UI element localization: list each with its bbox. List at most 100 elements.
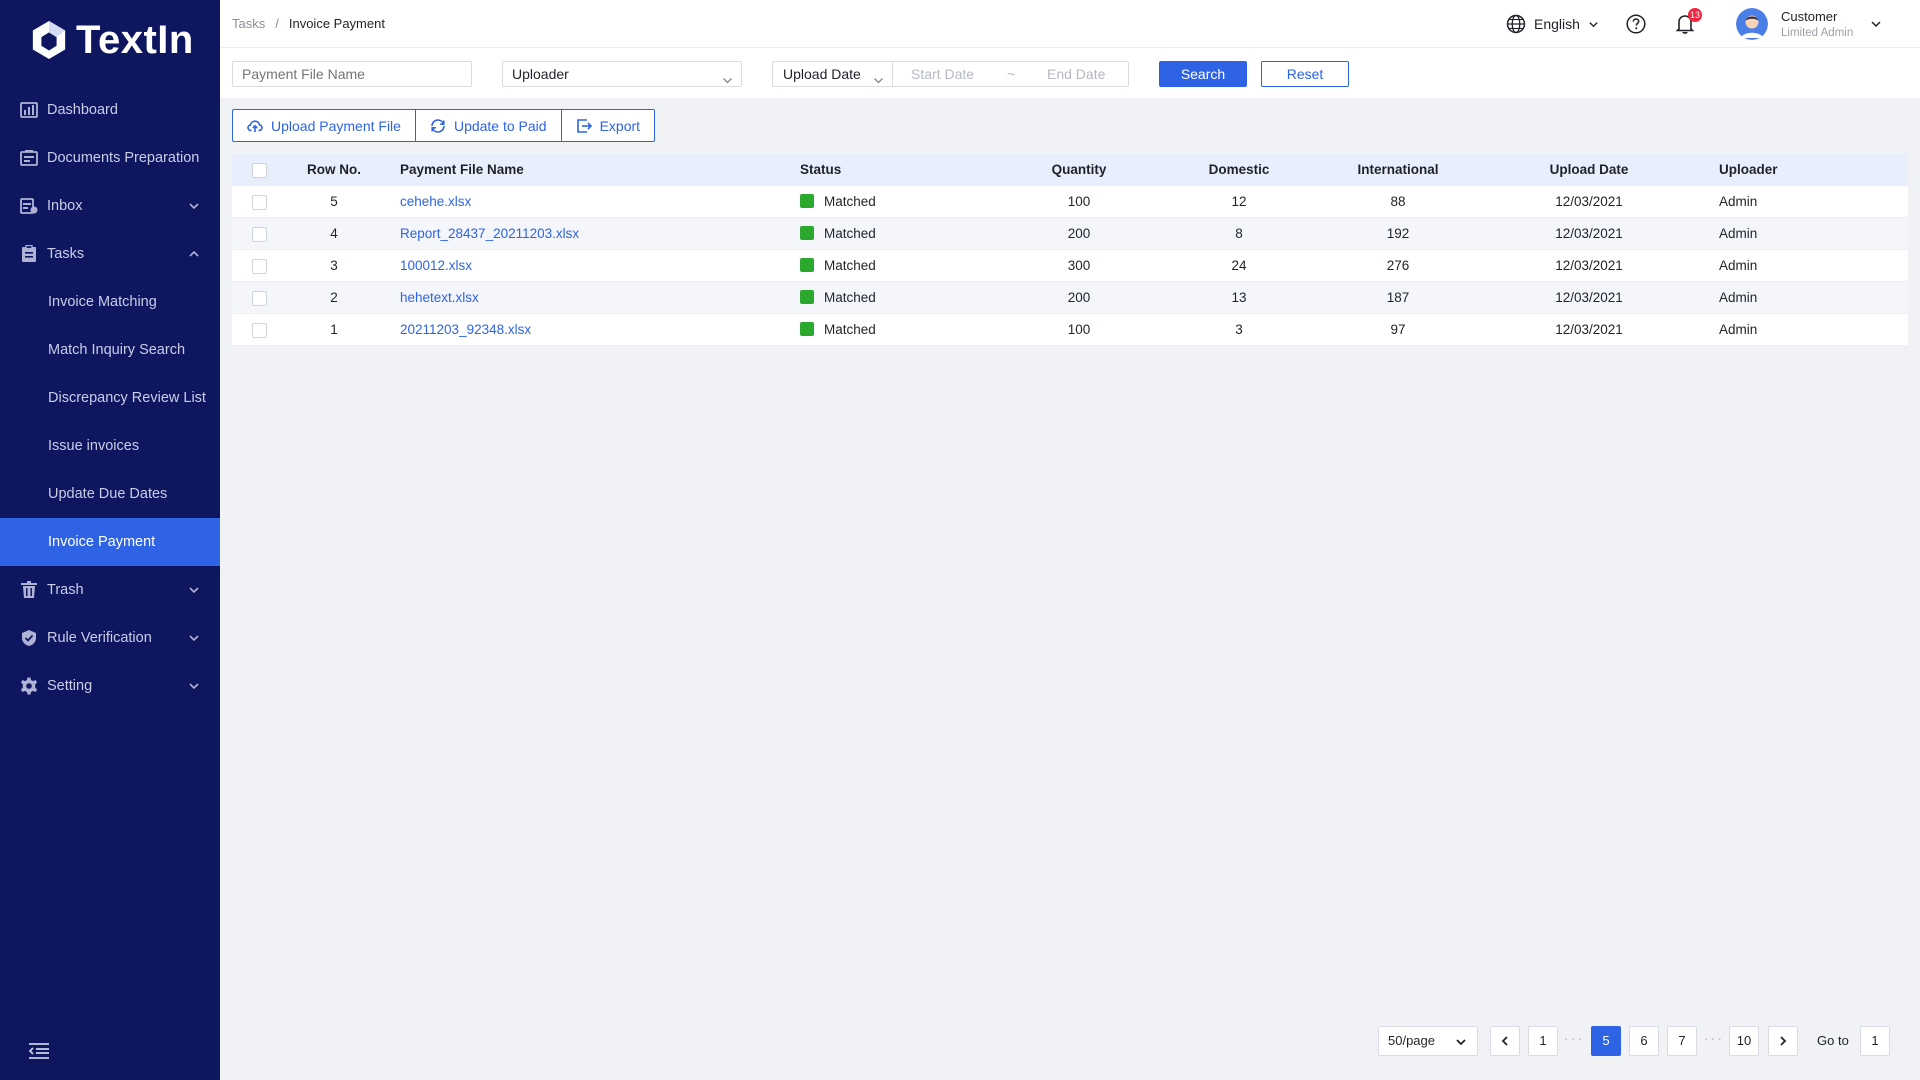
page-7-button[interactable]: 7 xyxy=(1667,1026,1697,1056)
page-1-button[interactable]: 1 xyxy=(1528,1026,1558,1056)
uploader-cell: Admin xyxy=(1719,258,1758,273)
chevron-down-icon xyxy=(188,632,200,644)
column-header-file-name[interactable]: Payment File Name xyxy=(400,154,524,186)
page-6-button[interactable]: 6 xyxy=(1629,1026,1659,1056)
column-header-domestic[interactable]: Domestic xyxy=(1209,154,1270,186)
prev-page-button[interactable] xyxy=(1490,1026,1520,1056)
gear-icon xyxy=(20,677,38,695)
international-cell: 276 xyxy=(1386,258,1410,273)
column-header-international[interactable]: International xyxy=(1357,154,1438,186)
quantity-cell: 200 xyxy=(1067,226,1091,241)
row-number: 1 xyxy=(330,322,338,337)
status-cell: Matched xyxy=(800,186,876,218)
international-cell: 88 xyxy=(1390,194,1406,209)
row-checkbox[interactable] xyxy=(252,291,267,306)
select-all-checkbox[interactable] xyxy=(252,163,267,178)
payment-file-link[interactable]: hehetext.xlsx xyxy=(400,282,479,314)
payment-file-link[interactable]: 100012.xlsx xyxy=(400,250,472,282)
column-header-status[interactable]: Status xyxy=(800,154,841,186)
collapse-menu-icon[interactable] xyxy=(28,1042,50,1060)
sidebar-item-inbox[interactable]: Inbox xyxy=(0,182,220,230)
payment-file-link[interactable]: 20211203_92348.xlsx xyxy=(400,314,531,346)
sidebar-subitem-invoice-matching[interactable]: Invoice Matching xyxy=(0,278,220,326)
chevron-down-icon xyxy=(1456,1039,1466,1046)
sidebar-subitem-update-due-dates[interactable]: Update Due Dates xyxy=(0,470,220,518)
payment-file-link[interactable]: cehehe.xlsx xyxy=(400,186,471,218)
uploader-cell: Admin xyxy=(1719,194,1758,209)
quantity-cell: 200 xyxy=(1067,290,1091,305)
sidebar-subitem-label: Match Inquiry Search xyxy=(48,342,186,358)
help-icon[interactable] xyxy=(1626,14,1646,34)
payment-file-link[interactable]: Report_28437_20211203.xlsx xyxy=(400,218,579,250)
international-cell: 192 xyxy=(1386,226,1410,241)
page-10-button[interactable]: 10 xyxy=(1729,1026,1759,1056)
sidebar-item-label: Inbox xyxy=(47,198,83,214)
reset-button[interactable]: Reset xyxy=(1261,61,1349,87)
breadcrumb-separator: / xyxy=(275,16,279,31)
chevron-down-icon xyxy=(1589,21,1598,27)
upload-payment-file-button[interactable]: Upload Payment File xyxy=(233,110,416,141)
row-number: 4 xyxy=(330,226,338,241)
sidebar-item-rule-verification[interactable]: Rule Verification xyxy=(0,614,220,662)
sidebar-item-label: Tasks xyxy=(47,246,85,262)
upload-date-cell: 12/03/2021 xyxy=(1555,226,1623,241)
column-header-uploader[interactable]: Uploader xyxy=(1719,154,1778,186)
quantity-cell: 100 xyxy=(1067,322,1091,337)
page-5-button[interactable]: 5 xyxy=(1591,1026,1621,1056)
status-cell: Matched xyxy=(800,250,876,282)
table-row[interactable]: 5 cehehe.xlsx Matched 100 12 88 12/03/2021 Admi… xyxy=(232,186,1908,218)
uploader-select[interactable]: Uploader xyxy=(502,61,742,87)
pagination-ellipsis[interactable]: ··· xyxy=(1564,1026,1584,1056)
page-size-select[interactable]: 50/page xyxy=(1378,1026,1478,1056)
goto-page-input[interactable]: 1 xyxy=(1860,1026,1890,1056)
upload-date-cell: 12/03/2021 xyxy=(1555,290,1623,305)
search-button[interactable]: Search xyxy=(1159,61,1247,87)
status-indicator xyxy=(800,258,814,272)
sidebar-subitem-match-inquiry-search[interactable]: Match Inquiry Search xyxy=(0,326,220,374)
column-header-row-no[interactable]: Row No. xyxy=(307,154,361,186)
sidebar-item-label: Trash xyxy=(47,582,84,598)
pagination-ellipsis[interactable]: ··· xyxy=(1704,1026,1724,1056)
row-checkbox[interactable] xyxy=(252,323,267,338)
user-name[interactable]: Customer xyxy=(1781,9,1837,24)
table-row[interactable]: 3 100012.xlsx Matched 300 24 276 12/03/2021 Adm… xyxy=(232,250,1908,282)
next-page-button[interactable] xyxy=(1768,1026,1798,1056)
sidebar-item-setting[interactable]: Setting xyxy=(0,662,220,710)
trash-icon xyxy=(20,581,38,599)
sidebar-subitem-invoice-payment[interactable]: Invoice Payment xyxy=(0,518,220,566)
end-date-input[interactable]: End Date xyxy=(1047,62,1105,86)
sidebar-item-documents-preparation[interactable]: Documents Preparation xyxy=(0,134,220,182)
breadcrumb-tasks[interactable]: Tasks xyxy=(232,16,265,31)
sidebar-subitem-issue-invoices[interactable]: Issue invoices xyxy=(0,422,220,470)
sidebar-item-trash[interactable]: Trash xyxy=(0,566,220,614)
column-header-quantity[interactable]: Quantity xyxy=(1052,154,1107,186)
globe-icon xyxy=(1506,14,1526,34)
breadcrumb: Tasks / Invoice Payment xyxy=(232,16,385,31)
row-checkbox[interactable] xyxy=(252,259,267,274)
refresh-icon xyxy=(431,118,445,133)
table-row[interactable]: 1 20211203_92348.xlsx Matched 100 3 97 12/03/2… xyxy=(232,314,1908,346)
date-type-select[interactable]: Upload Date xyxy=(773,62,893,86)
row-checkbox[interactable] xyxy=(252,195,267,210)
upload-date-cell: 12/03/2021 xyxy=(1555,258,1623,273)
export-button[interactable]: Export xyxy=(562,110,654,141)
row-number: 3 xyxy=(330,258,338,273)
logo: TextIn xyxy=(0,0,220,80)
sidebar-item-tasks[interactable]: Tasks xyxy=(0,230,220,278)
payment-file-name-input[interactable] xyxy=(232,61,472,87)
avatar[interactable] xyxy=(1736,8,1768,40)
language-selector[interactable]: English xyxy=(1506,14,1599,34)
table-row[interactable]: 2 hehetext.xlsx Matched 200 13 187 12/03/2021 A… xyxy=(232,282,1908,314)
user-role: Limited Admin xyxy=(1781,27,1854,39)
textin-logo-icon xyxy=(32,21,66,59)
row-checkbox[interactable] xyxy=(252,227,267,242)
column-header-upload-date[interactable]: Upload Date xyxy=(1550,154,1629,186)
start-date-input[interactable]: Start Date xyxy=(911,62,974,86)
goto-label: Go to xyxy=(1817,1033,1849,1048)
table-row[interactable]: 4 Report_28437_20211203.xlsx Matched 200 8 19… xyxy=(232,218,1908,250)
update-to-paid-button[interactable]: Update to Paid xyxy=(416,110,562,141)
sidebar-subitem-discrepancy-review-list[interactable]: Discrepancy Review List xyxy=(0,374,220,422)
chevron-down-icon[interactable] xyxy=(1870,18,1882,30)
sidebar-item-dashboard[interactable]: Dashboard xyxy=(0,86,220,134)
table-body: 5 cehehe.xlsx Matched 100 12 88 12/03/2021 Admi… xyxy=(232,186,1908,346)
